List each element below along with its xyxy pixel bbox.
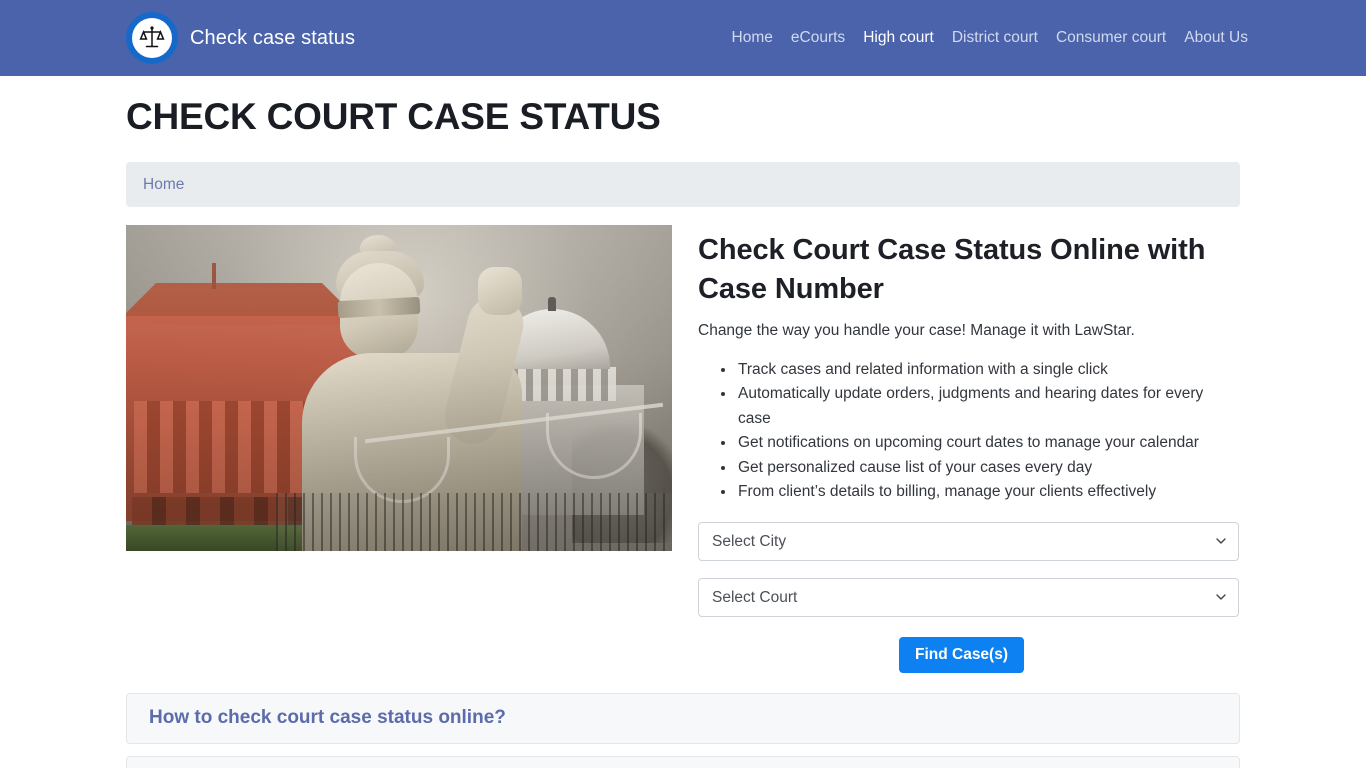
nav-item-consumer-court[interactable]: Consumer court [1056,29,1166,47]
select-court[interactable]: Select Court [698,577,1239,617]
faq-item-check-status[interactable]: How to check court case status online? [126,692,1240,744]
nav-item-home[interactable]: Home [732,29,773,47]
list-item: Automatically update orders, judgments a… [736,382,1240,431]
list-item: Get personalized cause list of your case… [736,456,1240,480]
hero-image-column [126,225,672,672]
page-title: CHECK COURT CASE STATUS [126,96,661,137]
find-cases-button[interactable]: Find Case(s) [898,636,1024,673]
city-select-wrapper: Select City [698,521,1240,561]
brand-name: Check case status [190,26,356,49]
select-city[interactable]: Select City [698,521,1239,561]
list-item: Get notifications on upcoming court date… [736,431,1240,455]
hero-fog-overlay [126,225,672,552]
section-subheading: Change the way you handle your case! Man… [698,321,1135,339]
page-container: CHECK COURT CASE STATUS Home Check Court… [126,94,1240,768]
breadcrumb: Home [126,162,1240,208]
nav-item-high-court[interactable]: High court [863,29,934,47]
nav-item-about-us[interactable]: About Us [1184,29,1248,47]
section-heading: Check Court Case Status Online with Case… [698,234,1206,305]
faq-item-find-case-number[interactable]: How do I find my case number? [126,755,1240,768]
faq-question: How to check court case status online? [149,707,506,729]
breadcrumb-item-home[interactable]: Home [143,176,184,194]
list-item: From client’s details to billing, manage… [736,480,1240,504]
info-column: Check Court Case Status Online with Case… [698,225,1240,673]
court-select-wrapper: Select Court [698,577,1240,617]
list-item: Track cases and related information with… [736,358,1240,382]
feature-list: Track cases and related information with… [698,358,1240,505]
logo-inner-circle [132,18,172,58]
main-content-row: Check Court Case Status Online with Case… [126,225,1240,673]
primary-nav: Home eCourts High court District court C… [732,29,1248,47]
hero-courts-image [126,225,672,552]
nav-item-district-court[interactable]: District court [952,29,1038,47]
scales-of-justice-icon [126,12,178,64]
top-navbar: Check case status Home eCourts High cour… [0,0,1366,76]
brand-logo-group[interactable]: Check case status [126,12,355,64]
find-button-row: Find Case(s) [698,636,1240,673]
nav-item-ecourts[interactable]: eCourts [791,29,845,47]
faq-accordion: How to check court case status online? H… [126,692,1240,768]
